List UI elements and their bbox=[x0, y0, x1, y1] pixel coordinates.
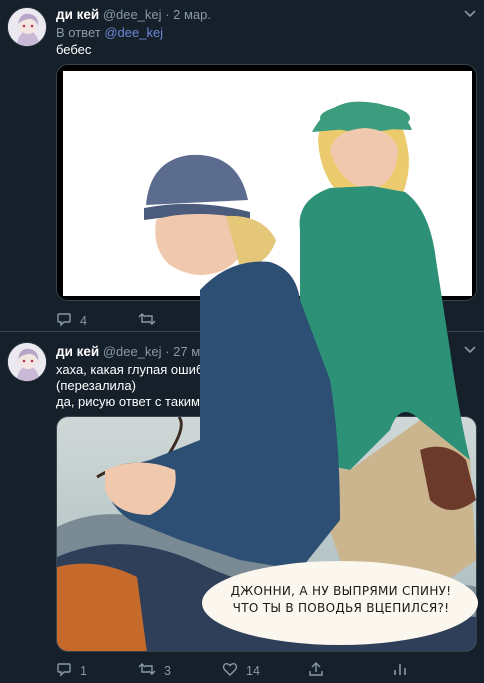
reply-context: В ответ @dee_kej bbox=[56, 25, 163, 40]
user-avatar[interactable] bbox=[7, 342, 47, 382]
tweet-date[interactable]: 27 ми bbox=[173, 344, 207, 359]
tweet-text-line-3: да, рисую ответ с таким bbox=[56, 394, 200, 409]
tweet-text: бебес bbox=[56, 42, 92, 57]
analytics-icon bbox=[392, 661, 408, 680]
reply-icon bbox=[56, 311, 72, 330]
tweet-header: ди кей @dee_kej · 27 ми bbox=[56, 344, 207, 359]
user-avatar[interactable] bbox=[7, 7, 47, 47]
separator-dot: · bbox=[165, 344, 170, 359]
tweet-image[interactable] bbox=[56, 64, 477, 301]
reply-prefix: В ответ bbox=[56, 25, 101, 40]
retweet-count: 3 bbox=[164, 663, 171, 678]
chevron-down-icon[interactable] bbox=[464, 345, 476, 357]
share-action[interactable] bbox=[308, 661, 324, 680]
tweet-date[interactable]: 2 мар. bbox=[173, 7, 211, 22]
speech-line-1: ДЖОННИ, А НУ ВЫПРЯМИ СПИНУ! bbox=[230, 584, 452, 598]
tweet-text-line-2: (перезалила) bbox=[56, 378, 136, 393]
retweet-icon bbox=[138, 311, 156, 330]
like-action[interactable]: 14 bbox=[222, 661, 260, 680]
analytics-action[interactable] bbox=[392, 661, 408, 680]
user-handle[interactable]: @dee_kej bbox=[103, 7, 162, 22]
display-name[interactable]: ди кей bbox=[56, 7, 99, 22]
retweet-action[interactable]: 3 bbox=[138, 661, 171, 680]
reply-to-handle[interactable]: @dee_kej bbox=[104, 25, 163, 40]
share-icon bbox=[308, 661, 324, 680]
tweet-text-line-1: хаха, какая глупая ошиб bbox=[56, 362, 204, 377]
speech-line-2: ЧТО ТЫ В ПОВОДЬЯ ВЦЕПИЛСЯ?! bbox=[232, 601, 450, 615]
like-count: 14 bbox=[246, 663, 260, 678]
reply-count: 4 bbox=[80, 313, 87, 328]
tweet-divider bbox=[0, 331, 484, 332]
heart-icon bbox=[222, 661, 238, 680]
reply-count: 1 bbox=[80, 663, 87, 678]
reply-action[interactable]: 4 bbox=[56, 311, 87, 330]
speech-bubble: ДЖОННИ, А НУ ВЫПРЯМИ СПИНУ! ЧТО ТЫ В ПОВ… bbox=[206, 583, 476, 617]
user-handle[interactable]: @dee_kej bbox=[103, 344, 162, 359]
reply-icon bbox=[56, 661, 72, 680]
tweet-header: ди кей @dee_kej · 2 мар. bbox=[56, 7, 211, 22]
reply-action[interactable]: 1 bbox=[56, 661, 87, 680]
retweet-action[interactable] bbox=[138, 311, 156, 330]
display-name[interactable]: ди кей bbox=[56, 344, 99, 359]
separator-dot: · bbox=[165, 7, 170, 22]
chevron-down-icon[interactable] bbox=[464, 9, 476, 21]
retweet-icon bbox=[138, 661, 156, 680]
